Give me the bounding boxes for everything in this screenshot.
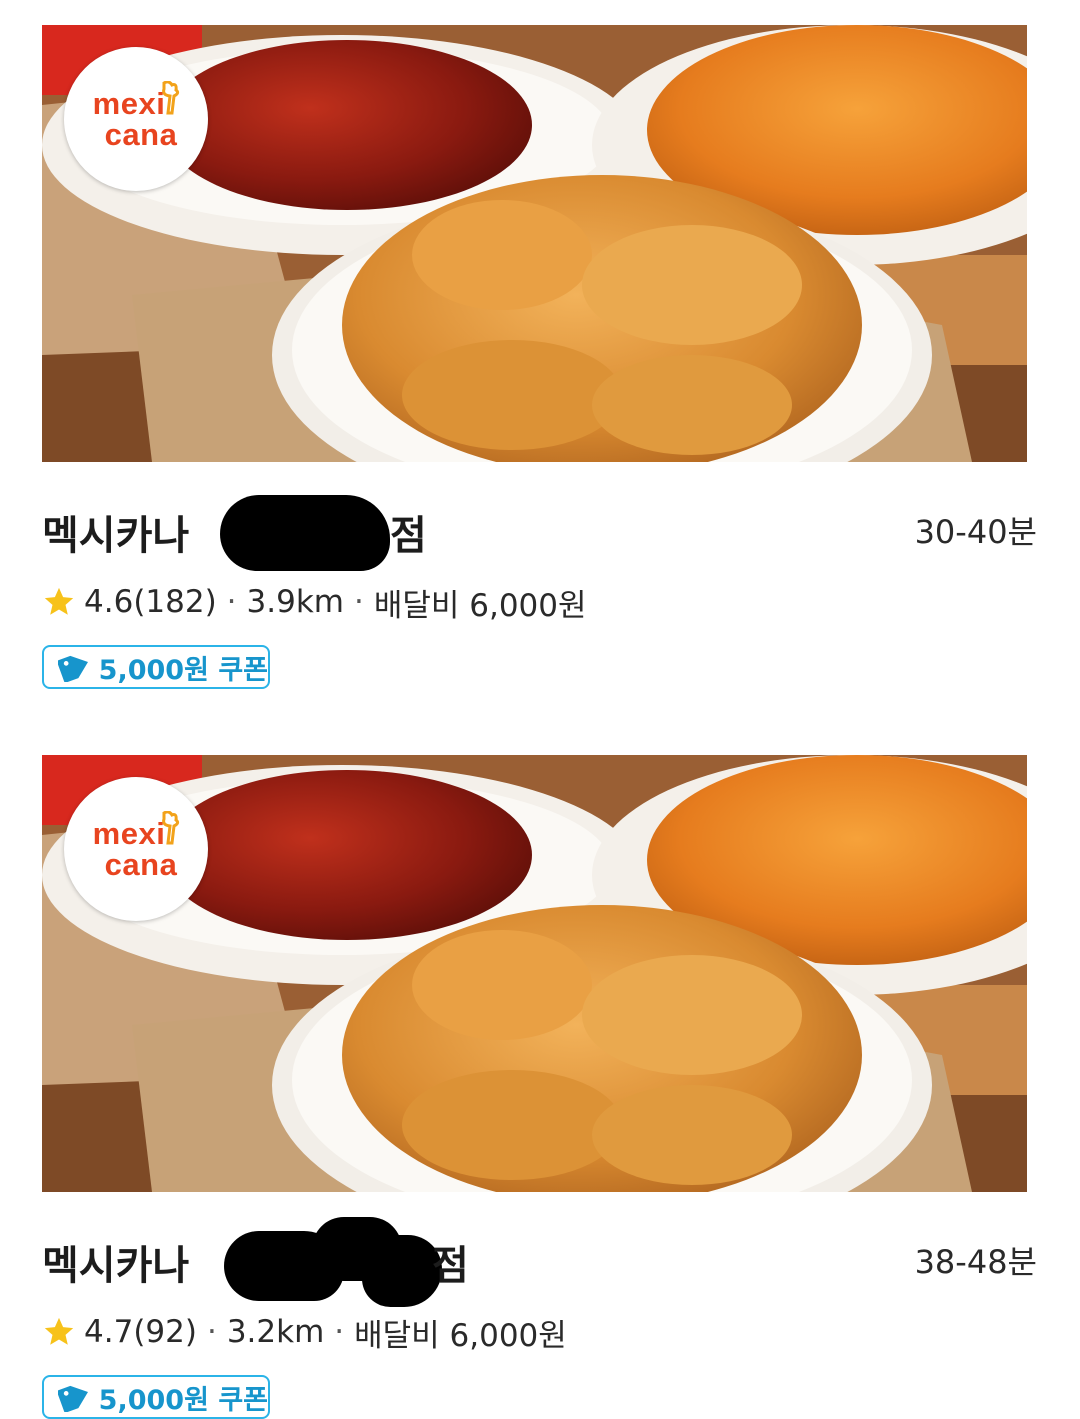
separator: · xyxy=(226,584,237,620)
store-meta: 4.6 (182) · 3.9km · 배달비 6,000원 xyxy=(42,580,587,624)
store-title-row[interactable]: 멕시카나 점 38-48분 xyxy=(42,1217,1037,1307)
store-name: 멕시카나 xyxy=(42,1243,190,1289)
coupon-label: 5,000원 쿠폰 xyxy=(98,654,268,686)
redaction-mark xyxy=(220,495,390,571)
distance: 3.2km xyxy=(226,1314,325,1350)
store-photo[interactable]: mexi cana xyxy=(42,25,1027,462)
review-count: (182) xyxy=(133,584,217,620)
mexicana-logo: mexi cana xyxy=(64,47,208,191)
store-photo[interactable]: mexi cana xyxy=(42,755,1027,1192)
separator: · xyxy=(353,584,364,620)
delivery-fee: 배달비 6,000원 xyxy=(373,587,587,624)
separator: · xyxy=(334,1314,345,1350)
chicken-mark-icon xyxy=(162,81,180,115)
tag-icon xyxy=(58,1385,88,1412)
review-count: (92) xyxy=(133,1314,197,1350)
distance: 3.9km xyxy=(246,584,344,620)
coupon-badge[interactable]: 5,000원 쿠폰 xyxy=(42,1375,270,1419)
tag-icon xyxy=(58,655,88,682)
coupon-label: 5,000원 쿠폰 xyxy=(98,1384,268,1416)
store-name: 멕시카나 xyxy=(42,513,190,559)
redaction-mark xyxy=(362,1235,442,1307)
separator: · xyxy=(206,1314,217,1350)
rating: 4.7 xyxy=(84,1314,134,1350)
delivery-time: 38-48분 xyxy=(914,1243,1037,1281)
delivery-time: 30-40분 xyxy=(914,513,1037,551)
store-name-suffix: 점 xyxy=(432,1243,469,1289)
rating: 4.6 xyxy=(84,584,134,620)
store-name-suffix: 점 xyxy=(390,513,427,559)
mexicana-logo: mexi cana xyxy=(64,777,208,921)
star-icon xyxy=(44,587,74,615)
coupon-badge[interactable]: 5,000원 쿠폰 xyxy=(42,645,270,689)
store-meta: 4.7 (92) · 3.2km · 배달비 6,000원 xyxy=(42,1310,567,1354)
star-icon xyxy=(44,1317,74,1345)
delivery-fee: 배달비 6,000원 xyxy=(354,1317,567,1354)
store-title-row[interactable]: 멕시카나 점 30-40분 xyxy=(42,495,1037,571)
chicken-mark-icon xyxy=(162,811,180,845)
